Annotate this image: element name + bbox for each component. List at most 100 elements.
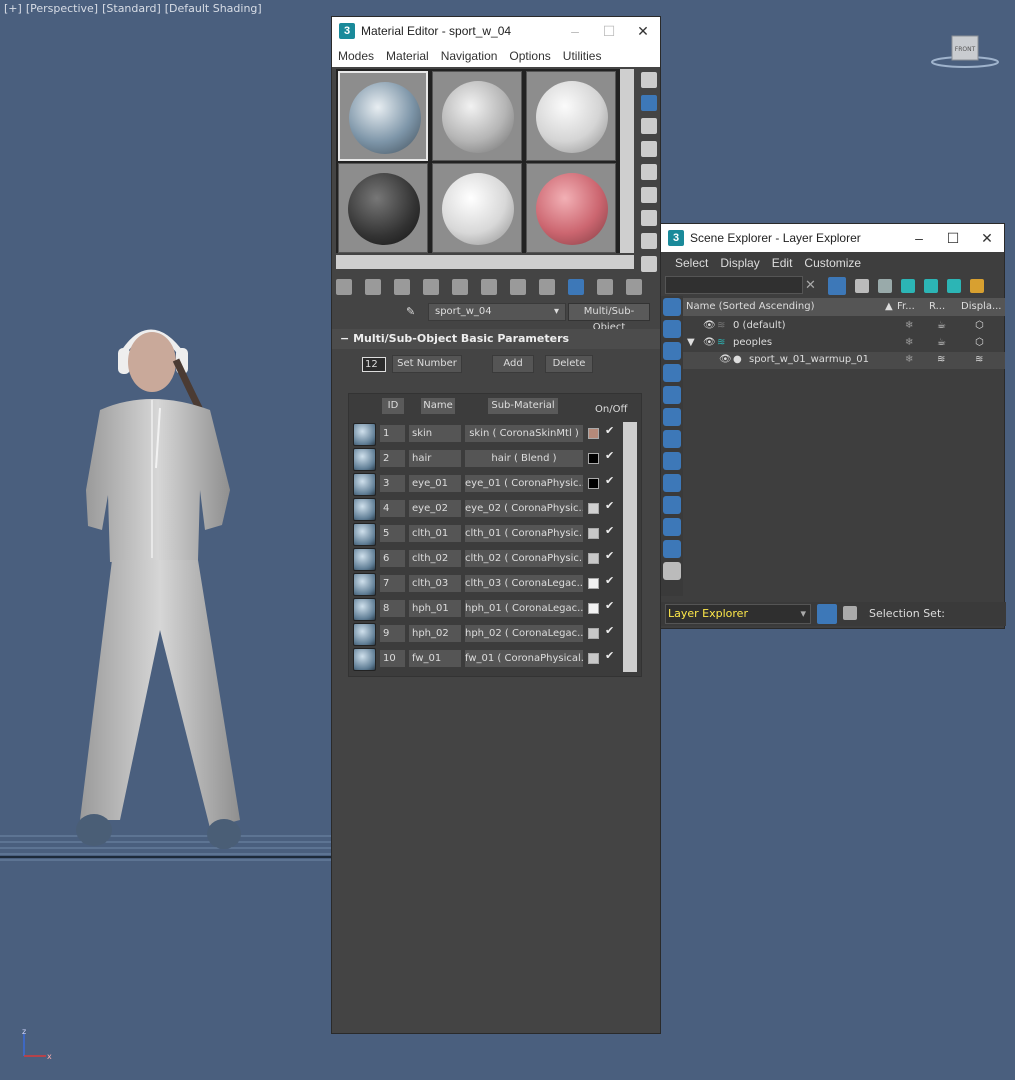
freeze-icon[interactable]: ❄ — [905, 337, 913, 348]
submaterial-thumbnail[interactable] — [353, 423, 376, 446]
row-color-swatch[interactable] — [588, 553, 599, 564]
spacewarps-icon[interactable] — [663, 408, 681, 426]
row-color-swatch[interactable] — [588, 428, 599, 439]
bones-icon[interactable] — [663, 474, 681, 492]
col-frozen-header[interactable]: Fr... — [897, 301, 915, 312]
col-name-button[interactable]: Name — [421, 398, 455, 414]
row-name-field[interactable]: clth_01 — [409, 525, 461, 542]
menu-customize[interactable]: Customize — [804, 256, 861, 270]
show-in-viewport-icon[interactable] — [539, 279, 555, 295]
row-color-swatch[interactable] — [588, 603, 599, 614]
material-editor-titlebar[interactable]: 3 Material Editor - sport_w_04 – ☐ ✕ — [332, 17, 660, 45]
row-name-field[interactable]: hph_01 — [409, 600, 461, 617]
row-onoff-checkbox[interactable]: ✔ — [605, 649, 614, 662]
filter-icon[interactable] — [828, 277, 846, 295]
options-icon[interactable] — [641, 210, 657, 226]
material-id-icon[interactable] — [510, 279, 526, 295]
menu-modes[interactable]: Modes — [338, 49, 374, 63]
render-icon[interactable]: ☕ — [937, 320, 946, 331]
col-render-header[interactable]: R... — [929, 301, 945, 312]
lights-icon[interactable] — [663, 342, 681, 360]
video-color-check-icon[interactable] — [641, 164, 657, 180]
row-onoff-checkbox[interactable]: ✔ — [605, 499, 614, 512]
row-color-swatch[interactable] — [588, 628, 599, 639]
row-name-field[interactable]: hair — [409, 450, 461, 467]
sample-slot[interactable] — [526, 163, 616, 253]
freeze-icon[interactable]: ❄ — [905, 320, 913, 331]
get-material-icon[interactable] — [336, 279, 352, 295]
rollout-header[interactable]: − Multi/Sub-Object Basic Parameters — [332, 329, 662, 349]
viewport-standard-menu[interactable]: [Standard] — [102, 2, 161, 15]
row-submaterial-button[interactable]: hph_01 ( CoronaLegac... — [465, 600, 583, 617]
layer-mode-icon[interactable] — [817, 604, 837, 624]
make-preview-icon[interactable] — [641, 187, 657, 203]
render-icon[interactable]: ☕ — [937, 337, 946, 348]
row-onoff-checkbox[interactable]: ✔ — [605, 424, 614, 437]
row-onoff-checkbox[interactable]: ✔ — [605, 474, 614, 487]
show-end-result-icon[interactable] — [568, 279, 584, 295]
backlight-icon[interactable] — [641, 95, 657, 111]
maximize-button[interactable]: ☐ — [592, 23, 626, 40]
menu-utilities[interactable]: Utilities — [563, 49, 602, 63]
clear-search-icon[interactable]: ✕ — [805, 279, 819, 293]
visibility-eye-icon[interactable]: 👁 — [703, 320, 716, 331]
helpers-icon[interactable] — [663, 452, 681, 470]
slots-horizontal-scrollbar[interactable] — [336, 255, 634, 269]
put-to-library-icon[interactable] — [481, 279, 497, 295]
row-name-field[interactable]: eye_02 — [409, 500, 461, 517]
material-navigator-icon[interactable] — [641, 256, 657, 272]
layers-icon[interactable] — [947, 279, 961, 293]
geometry-icon[interactable] — [663, 430, 681, 448]
hierarchy-icon[interactable] — [924, 279, 938, 293]
row-onoff-checkbox[interactable]: ✔ — [605, 599, 614, 612]
viewcube[interactable]: FRONT — [930, 34, 1000, 70]
lock-icon[interactable] — [855, 279, 869, 293]
reset-map-icon[interactable] — [423, 279, 439, 295]
viewport-view-menu[interactable]: [Perspective] — [26, 2, 98, 15]
row-name-field[interactable]: fw_01 — [409, 650, 461, 667]
menu-options[interactable]: Options — [509, 49, 550, 63]
menu-material[interactable]: Material — [386, 49, 429, 63]
add-button[interactable]: Add — [492, 355, 534, 373]
submaterial-thumbnail[interactable] — [353, 548, 376, 571]
minimize-button[interactable]: – — [902, 230, 936, 246]
viewport-shading-menu[interactable]: [Default Shading] — [165, 2, 262, 15]
visibility-eye-icon[interactable]: 👁 — [703, 337, 716, 348]
layer-visibility-icon[interactable] — [970, 279, 984, 293]
sample-slot[interactable] — [338, 71, 428, 161]
row-onoff-checkbox[interactable]: ✔ — [605, 524, 614, 537]
freeze-icon[interactable]: ❄ — [905, 354, 913, 365]
row-submaterial-button[interactable]: hph_02 ( CoronaLegac... — [465, 625, 583, 642]
put-to-scene-icon[interactable] — [365, 279, 381, 295]
row-color-swatch[interactable] — [588, 478, 599, 489]
row-onoff-checkbox[interactable]: ✔ — [605, 624, 614, 637]
row-color-swatch[interactable] — [588, 653, 599, 664]
row-submaterial-button[interactable]: hair ( Blend ) — [465, 450, 583, 467]
minimize-button[interactable]: – — [558, 23, 592, 39]
material-name-field[interactable]: sport_w_04 ▾ — [428, 303, 566, 321]
background-icon[interactable] — [641, 118, 657, 134]
assign-to-selection-icon[interactable] — [394, 279, 410, 295]
row-color-swatch[interactable] — [588, 578, 599, 589]
row-submaterial-button[interactable]: fw_01 ( CoronaPhysical... — [465, 650, 583, 667]
create-layer-icon[interactable] — [878, 279, 892, 293]
submaterial-thumbnail[interactable] — [353, 648, 376, 671]
close-button[interactable]: ✕ — [626, 23, 660, 40]
maximize-button[interactable]: ☐ — [936, 230, 970, 247]
containers-icon[interactable] — [663, 496, 681, 514]
num-materials-field[interactable]: 12 — [362, 357, 386, 372]
submaterial-thumbnail[interactable] — [353, 498, 376, 521]
row-submaterial-button[interactable]: clth_01 ( CoronaPhysic... — [465, 525, 583, 542]
expand-arrow-icon[interactable]: ▼ — [687, 337, 695, 348]
visibility-eye-icon[interactable]: 👁 — [719, 354, 732, 365]
delete-button[interactable]: Delete — [545, 355, 593, 373]
row-color-swatch[interactable] — [588, 453, 599, 464]
row-name-field[interactable]: clth_02 — [409, 550, 461, 567]
explorer-mode-dropdown[interactable]: Layer Explorer ▾ — [665, 604, 811, 624]
character-model[interactable] — [0, 300, 330, 880]
submaterial-thumbnail[interactable] — [353, 473, 376, 496]
row-onoff-checkbox[interactable]: ✔ — [605, 574, 614, 587]
set-number-button[interactable]: Set Number — [392, 355, 462, 373]
row-color-swatch[interactable] — [588, 528, 599, 539]
col-submaterial-button[interactable]: Sub-Material — [488, 398, 558, 414]
